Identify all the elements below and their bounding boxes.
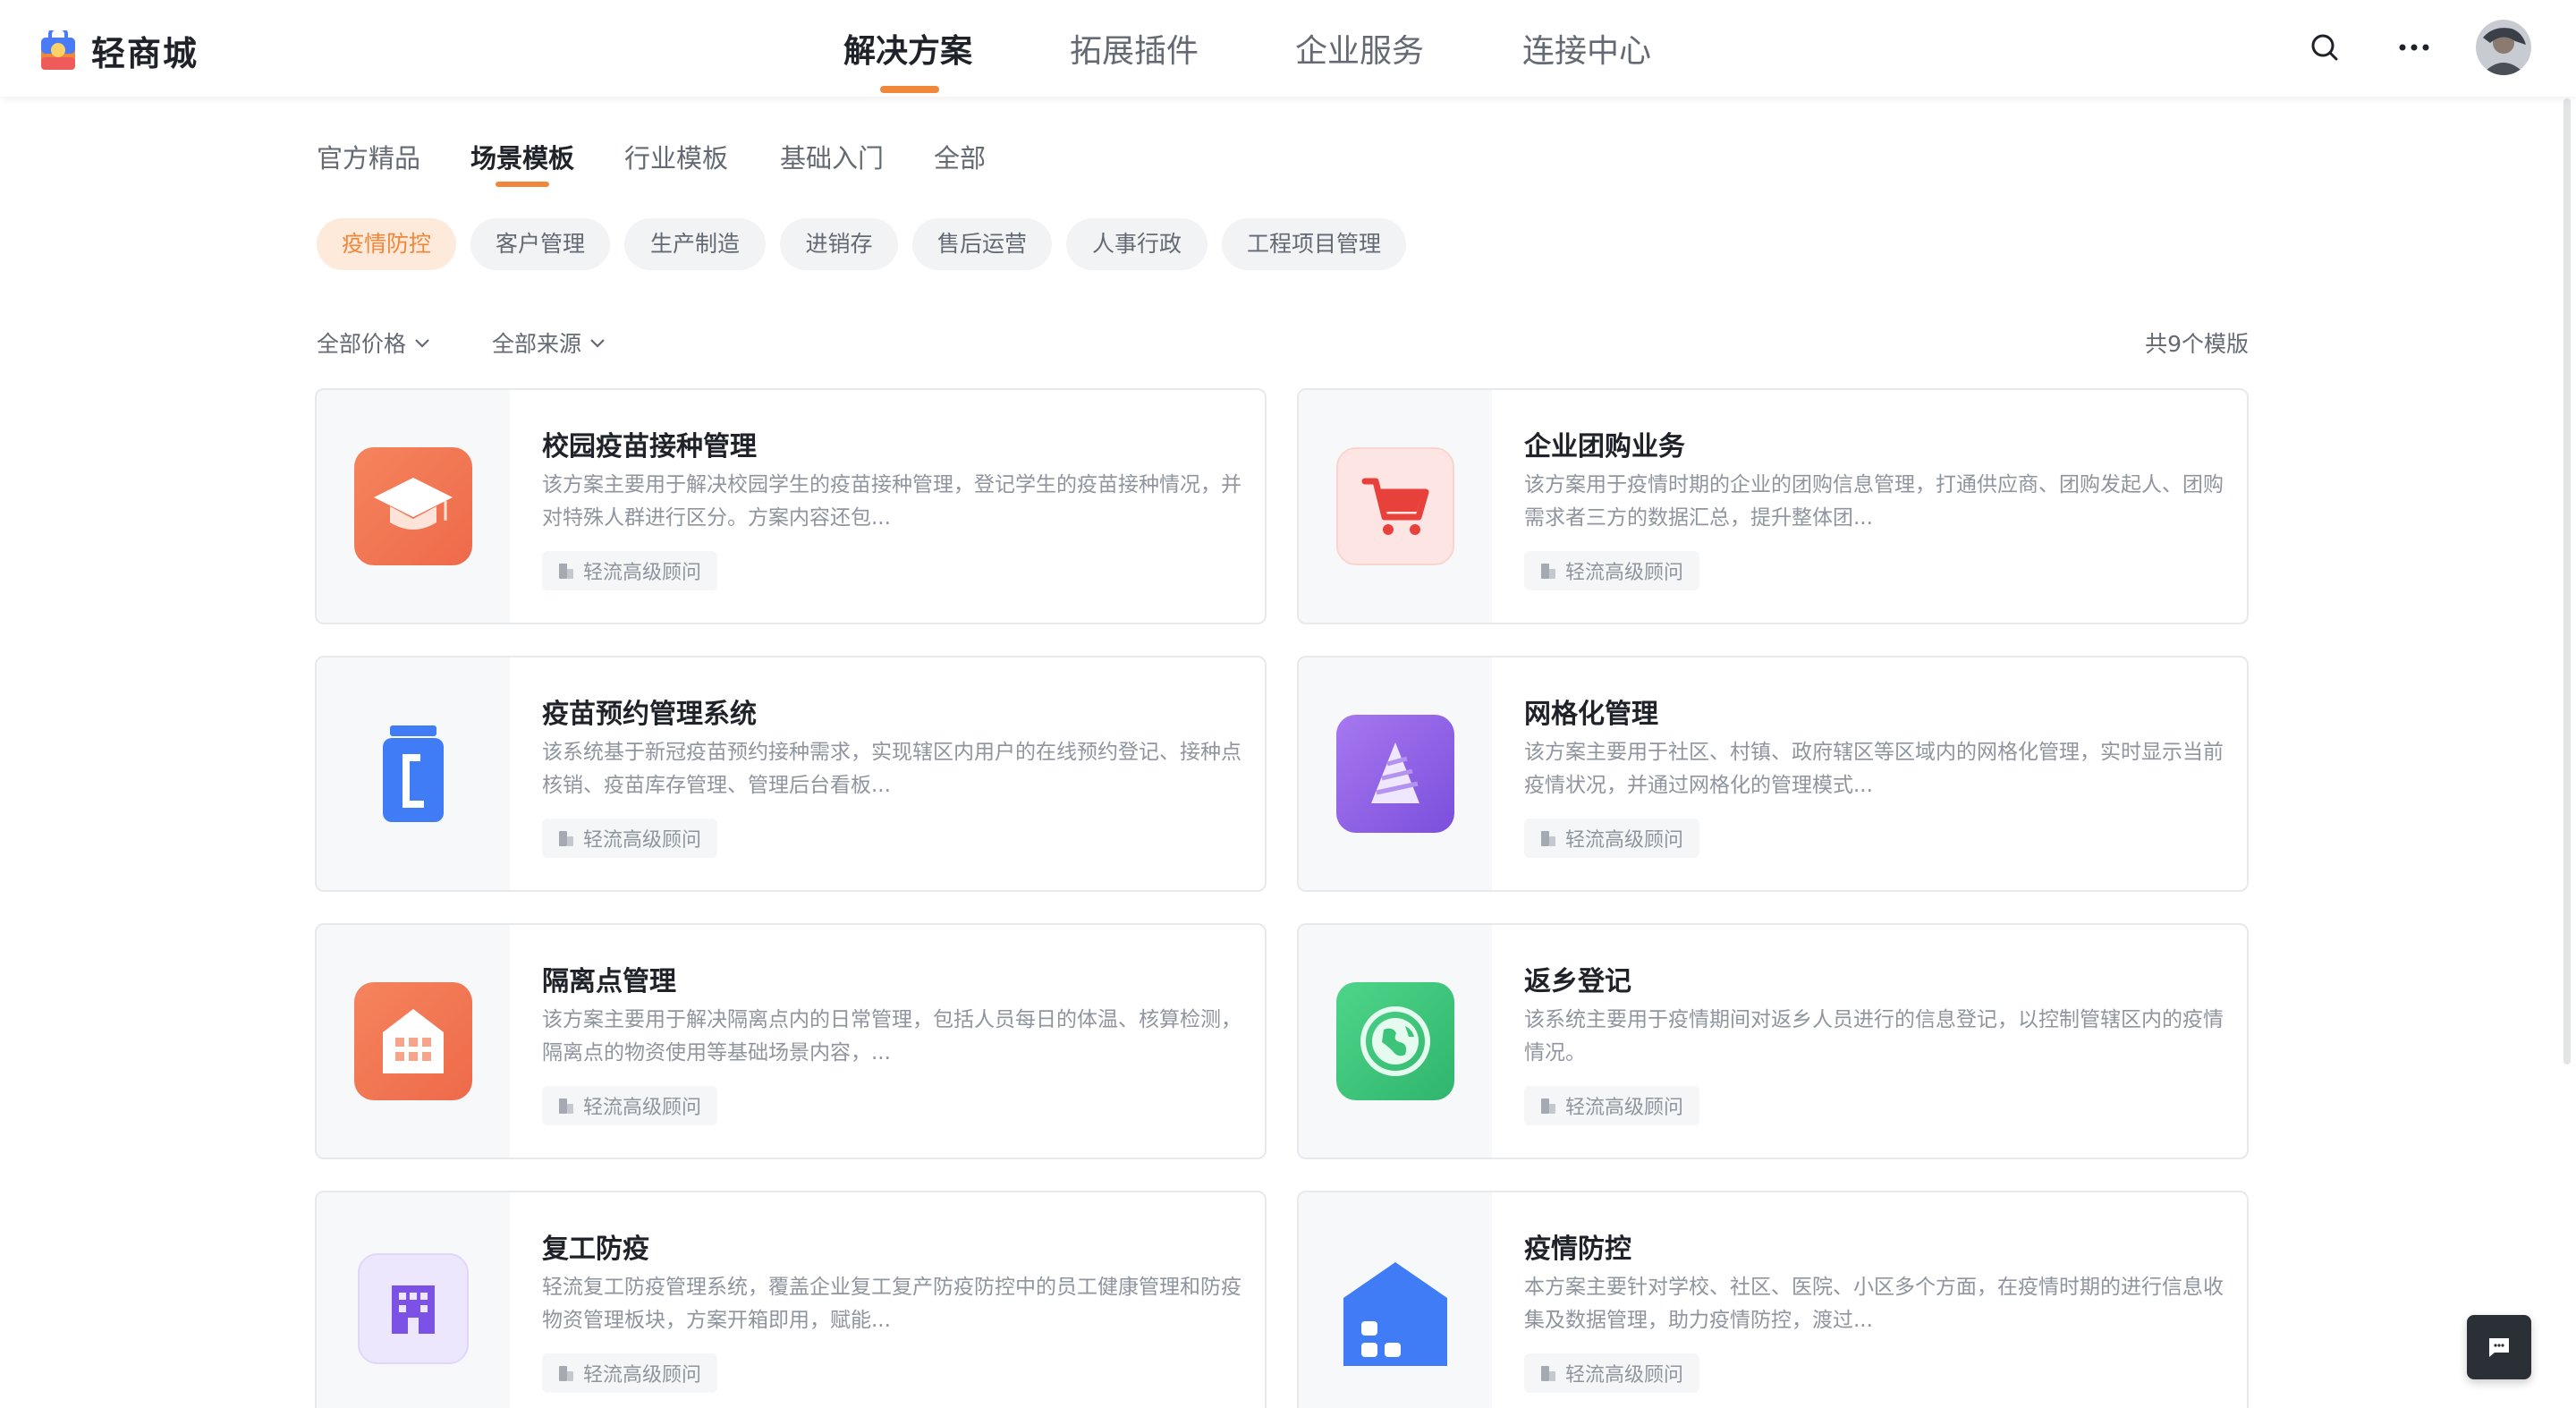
search-icon[interactable]: [2301, 23, 2349, 72]
card-title: 隔离点管理: [542, 966, 676, 997]
card-tag-label: 轻流高级顾问: [583, 829, 702, 852]
card-icon-panel: [1299, 925, 1492, 1158]
building-tag-icon: [559, 1098, 573, 1114]
page-scrollbar[interactable]: [2563, 98, 2571, 1064]
office-building-icon: [358, 1253, 469, 1364]
card-tag-label: 轻流高级顾问: [1565, 562, 1684, 584]
template-card[interactable]: 隔离点管理 该方案主要用于解决隔离点内的日常管理，包括人员每日的体温、核算检测，…: [315, 923, 1267, 1159]
card-title: 企业团购业务: [1524, 431, 1685, 462]
card-description: 轻流复工防疫管理系统，覆盖企业复工复产防疫防控中的员工健康管理和防疫物资管理板块…: [542, 1276, 1241, 1332]
chip-hr-admin[interactable]: 人事行政: [1066, 218, 1208, 270]
card-icon-panel: [1299, 390, 1492, 623]
building-tag-icon: [1541, 1098, 1555, 1114]
template-card[interactable]: 网格化管理 该方案主要用于社区、村镇、政府辖区等区域内的网格化管理，实时显示当前…: [1297, 656, 2249, 892]
card-title: 返乡登记: [1524, 966, 1631, 997]
subtab-basics[interactable]: 基础入门: [780, 138, 884, 175]
card-description: 该方案用于疫情时期的企业的团购信息管理，打通供应商、团购发起人、团购需求者三方的…: [1524, 473, 2224, 530]
template-count: 共9个模版: [2145, 331, 2249, 357]
nav-item-connect-center[interactable]: 连接中心: [1522, 25, 1651, 72]
chip-inventory[interactable]: 进销存: [780, 218, 898, 270]
subtab-industry-templates[interactable]: 行业模板: [624, 138, 728, 175]
chat-button[interactable]: [2467, 1315, 2531, 1379]
subtab-scene-templates[interactable]: 场景模板: [470, 138, 574, 175]
card-description: 本方案主要针对学校、社区、医院、小区多个方面，在疫情时期的进行信息收集及数据管理…: [1524, 1276, 2224, 1332]
chip-manufacturing[interactable]: 生产制造: [624, 218, 766, 270]
source-filter[interactable]: 全部来源: [492, 327, 606, 359]
template-card[interactable]: 校园疫苗接种管理 该方案主要用于解决校园学生的疫苗接种管理，登记学生的疫苗接种情…: [315, 388, 1267, 624]
subtab-all[interactable]: 全部: [934, 138, 986, 175]
subtab-official[interactable]: 官方精品: [317, 138, 420, 175]
main-nav: 解决方案 拓展插件 企业服务 连接中心: [0, 0, 2576, 97]
card-title: 网格化管理: [1524, 699, 1658, 730]
nav-item-enterprise-services[interactable]: 企业服务: [1295, 25, 1424, 72]
price-filter[interactable]: 全部价格: [317, 327, 431, 359]
card-tag: 轻流高级顾问: [1524, 551, 1700, 590]
card-tag: 轻流高级顾问: [1524, 1353, 1700, 1393]
template-card[interactable]: 疫情防控 本方案主要针对学校、社区、医院、小区多个方面，在疫情时期的进行信息收集…: [1297, 1191, 2249, 1408]
card-title: 校园疫苗接种管理: [542, 431, 757, 462]
source-filter-label: 全部来源: [492, 331, 582, 357]
house-icon: [1336, 1255, 1454, 1373]
price-filter-label: 全部价格: [317, 331, 407, 357]
grid-cone-icon: [1336, 715, 1454, 833]
card-tag: 轻流高级顾问: [542, 819, 718, 858]
card-description: 该方案主要用于社区、村镇、政府辖区等区域内的网格化管理，实时显示当前疫情状况，并…: [1524, 741, 2224, 797]
card-icon-panel: [1299, 1192, 1492, 1408]
card-tag-label: 轻流高级顾问: [1565, 1364, 1684, 1387]
avatar[interactable]: [2476, 20, 2531, 75]
template-card[interactable]: 返乡登记 该系统主要用于疫情期间对返乡人员进行的信息登记，以控制管辖区内的疫情情…: [1297, 923, 2249, 1159]
shopping-cart-icon: [1336, 447, 1454, 565]
more-icon[interactable]: [2390, 23, 2438, 72]
card-tag-label: 轻流高级顾问: [1565, 1097, 1684, 1119]
building-tag-icon: [1541, 1366, 1555, 1381]
card-tag: 轻流高级顾问: [1524, 819, 1700, 858]
card-description: 该系统主要用于疫情期间对返乡人员进行的信息登记，以控制管辖区内的疫情情况。: [1524, 1008, 2224, 1064]
chat-bubble-icon: [2489, 1338, 2509, 1357]
card-title: 疫苗预约管理系统: [542, 699, 757, 730]
building-icon: [354, 982, 472, 1100]
chip-epidemic-control[interactable]: 疫情防控: [317, 218, 456, 270]
card-description: 该方案主要用于解决隔离点内的日常管理，包括人员每日的体温、核算检测，隔离点的物资…: [542, 1008, 1241, 1064]
card-icon-panel: [317, 1192, 510, 1408]
card-tag: 轻流高级顾问: [1524, 1086, 1700, 1125]
template-card[interactable]: 企业团购业务 该方案用于疫情时期的企业的团购信息管理，打通供应商、团购发起人、团…: [1297, 388, 2249, 624]
card-tag-label: 轻流高级顾问: [583, 1364, 702, 1387]
building-tag-icon: [1541, 564, 1555, 579]
card-icon-panel: [317, 925, 510, 1158]
chevron-down-icon: [415, 339, 429, 348]
card-icon-panel: [317, 657, 510, 890]
card-icon-panel: [1299, 657, 1492, 890]
card-title: 复工防疫: [542, 1234, 649, 1265]
nav-active-indicator: [880, 86, 939, 93]
building-tag-icon: [559, 1366, 573, 1381]
card-icon-panel: [317, 390, 510, 623]
card-tag: 轻流高级顾问: [542, 551, 718, 590]
card-tag-label: 轻流高级顾问: [583, 562, 702, 584]
template-card[interactable]: 疫苗预约管理系统 该系统基于新冠疫苗预约接种需求，实现辖区内用户的在线预约登记、…: [315, 656, 1267, 892]
building-tag-icon: [559, 564, 573, 579]
building-tag-icon: [1541, 831, 1555, 846]
chevron-down-icon: [590, 339, 605, 348]
graduation-cap-icon: [354, 447, 472, 565]
chip-after-sales[interactable]: 售后运营: [912, 218, 1052, 270]
nav-item-solutions[interactable]: 解决方案: [843, 25, 972, 72]
card-tag-label: 轻流高级顾问: [1565, 829, 1684, 852]
globe-icon: [1336, 982, 1454, 1100]
chip-customer-management[interactable]: 客户管理: [470, 218, 610, 270]
subtab-active-indicator: [496, 182, 549, 187]
card-description: 该方案主要用于解决校园学生的疫苗接种管理，登记学生的疫苗接种情况，并对特殊人群进…: [542, 473, 1241, 530]
card-description: 该系统基于新冠疫苗预约接种需求，实现辖区内用户的在线预约登记、接种点核销、疫苗库…: [542, 741, 1241, 797]
card-tag-label: 轻流高级顾问: [583, 1097, 702, 1119]
nav-item-plugins[interactable]: 拓展插件: [1070, 25, 1199, 72]
card-tag: 轻流高级顾问: [542, 1086, 718, 1125]
building-tag-icon: [559, 831, 573, 846]
top-bar: 轻商城 解决方案 拓展插件 企业服务 连接中心: [0, 0, 2576, 97]
card-title: 疫情防控: [1524, 1234, 1631, 1265]
chip-engineering-projects[interactable]: 工程项目管理: [1222, 218, 1406, 270]
template-card[interactable]: 复工防疫 轻流复工防疫管理系统，覆盖企业复工复产防疫防控中的员工健康管理和防疫物…: [315, 1191, 1267, 1408]
card-tag: 轻流高级顾问: [542, 1353, 718, 1393]
vaccine-bottle-icon: [354, 715, 472, 833]
